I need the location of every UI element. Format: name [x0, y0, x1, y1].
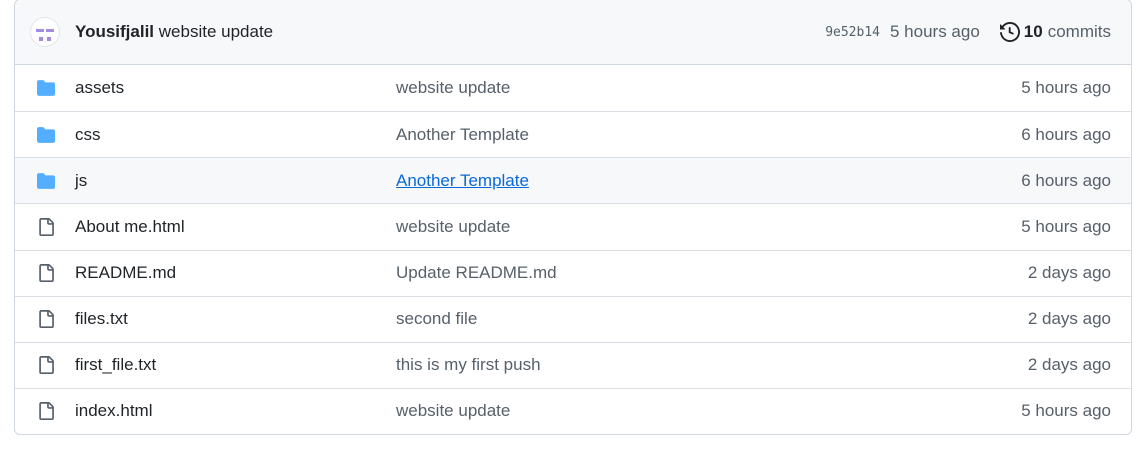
- commit-author-link[interactable]: Yousifjalil: [75, 22, 154, 41]
- file-name-link[interactable]: first_file.txt: [75, 355, 396, 375]
- file-row[interactable]: index.html website update 5 hours ago: [15, 387, 1131, 434]
- file-commit-message-link[interactable]: Another Template: [396, 125, 1021, 145]
- file-row[interactable]: files.txt second file 2 days ago: [15, 295, 1131, 342]
- commits-label: commits: [1047, 22, 1111, 41]
- file-icon: [35, 401, 57, 421]
- file-row[interactable]: css Another Template 6 hours ago: [15, 111, 1131, 157]
- file-commit-message-link[interactable]: this is my first push: [396, 355, 1028, 375]
- file-commit-time: 5 hours ago: [1021, 216, 1111, 236]
- file-row[interactable]: first_file.txt this is my first push 2 day…: [15, 341, 1131, 388]
- file-commit-message-link[interactable]: second file: [396, 309, 1028, 329]
- file-commit-time: 5 hours ago: [1021, 78, 1111, 98]
- file-row[interactable]: js Another Template 6 hours ago: [15, 157, 1131, 204]
- file-name-link[interactable]: js: [75, 171, 396, 191]
- file-name-link[interactable]: index.html: [75, 401, 396, 421]
- history-icon: [999, 22, 1020, 42]
- latest-commit-message: Yousifjalil website update: [75, 22, 825, 42]
- file-name-link[interactable]: About me.html: [75, 217, 396, 237]
- file-commit-time: 6 hours ago: [1021, 170, 1111, 190]
- file-icon: [35, 309, 57, 329]
- commit-sha-link[interactable]: 9e52b14: [825, 25, 880, 40]
- file-commit-message-link[interactable]: website update: [396, 78, 1021, 98]
- commit-message-link[interactable]: website update: [159, 22, 273, 41]
- commits-history-link[interactable]: 10 commits: [999, 22, 1111, 42]
- file-icon: [35, 355, 57, 375]
- file-row[interactable]: About me.html website update 5 hours ago: [15, 203, 1131, 249]
- commit-time: 5 hours ago: [890, 22, 980, 41]
- folder-icon: [35, 79, 57, 97]
- file-commit-time: 5 hours ago: [1021, 401, 1111, 421]
- file-name-link[interactable]: css: [75, 125, 396, 145]
- file-commit-time: 2 days ago: [1027, 309, 1111, 329]
- file-list: assets website update 5 hours ago css Anothe…: [15, 65, 1131, 434]
- file-icon: [35, 217, 57, 237]
- file-row[interactable]: README.md Update README.md 2 days ago: [15, 249, 1131, 296]
- folder-icon: [35, 172, 57, 190]
- file-commit-message-link[interactable]: Update README.md: [396, 263, 1028, 283]
- file-commit-time: 6 hours ago: [1021, 124, 1111, 144]
- file-name-link[interactable]: README.md: [75, 263, 396, 283]
- file-commit-message-link[interactable]: website update: [396, 217, 1021, 237]
- file-commit-time: 2 days ago: [1027, 263, 1111, 283]
- file-commit-time: 2 days ago: [1027, 355, 1111, 375]
- avatar[interactable]: [30, 17, 60, 47]
- file-row[interactable]: assets website update 5 hours ago: [15, 65, 1131, 111]
- latest-commit-header: Yousifjalil website update 9e52b14 5 hou…: [15, 0, 1131, 65]
- commit-count: 10: [1023, 22, 1043, 41]
- file-commit-message-link[interactable]: Another Template: [396, 171, 1021, 191]
- folder-icon: [35, 126, 57, 144]
- file-icon: [35, 263, 57, 283]
- file-name-link[interactable]: files.txt: [75, 309, 396, 329]
- file-name-link[interactable]: assets: [75, 78, 396, 98]
- file-commit-message-link[interactable]: website update: [396, 401, 1021, 421]
- file-browser: Yousifjalil website update 9e52b14 5 hou…: [14, 0, 1132, 435]
